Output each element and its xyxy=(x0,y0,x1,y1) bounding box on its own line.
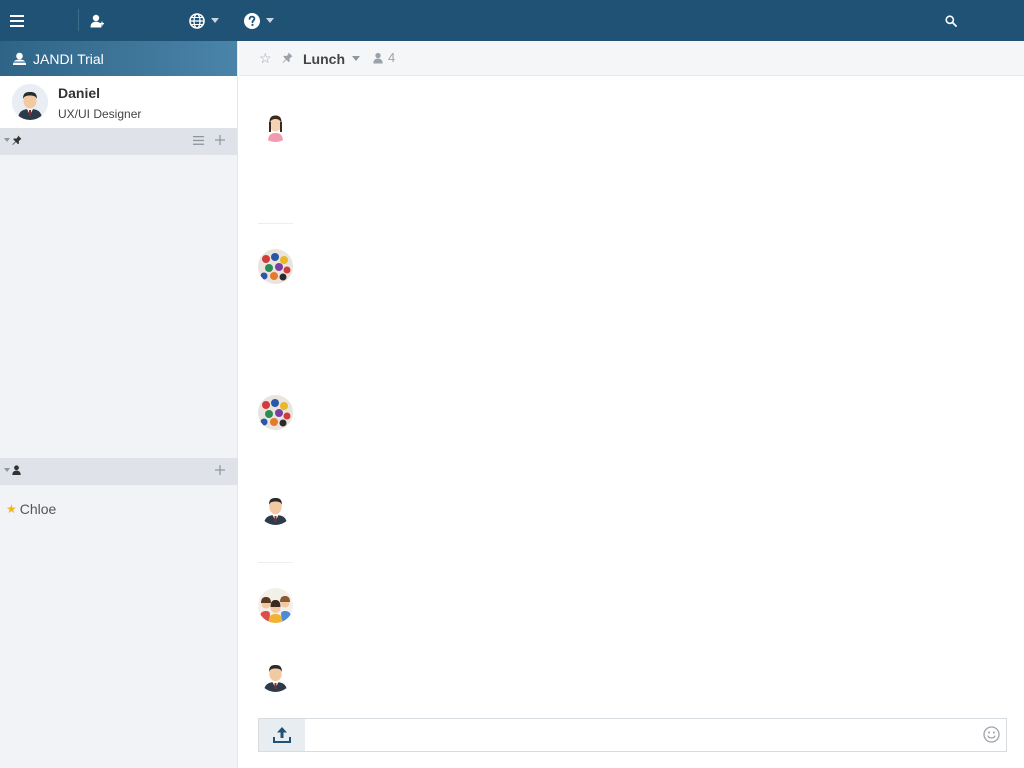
top-bar xyxy=(0,0,1024,41)
add-topic-button[interactable] xyxy=(215,133,225,148)
help-icon xyxy=(244,12,260,29)
chevron-down-icon xyxy=(4,468,10,472)
star-icon: ★ xyxy=(6,502,17,516)
dm-item-label: Chloe xyxy=(19,501,57,517)
plus-icon xyxy=(215,465,225,475)
left-sidebar: JANDI Trial Daniel UX/UI Designer ★ Chlo… xyxy=(0,41,238,768)
chevron-down-icon[interactable] xyxy=(352,56,360,61)
message-avatar[interactable] xyxy=(258,395,293,430)
upload-button[interactable] xyxy=(259,719,305,751)
user-icon xyxy=(90,14,104,27)
topics-collapse-toggle[interactable] xyxy=(4,135,22,145)
language-dropdown[interactable] xyxy=(184,0,224,41)
message-input[interactable] xyxy=(306,719,976,751)
channel-member-count[interactable]: 4 xyxy=(373,50,395,65)
channel-header: ☆ Lunch 4 xyxy=(239,41,1024,76)
dm-section-header[interactable] xyxy=(0,458,238,485)
add-dm-button[interactable] xyxy=(215,463,225,478)
search-button[interactable] xyxy=(940,0,962,41)
channel-name[interactable]: Lunch xyxy=(303,51,345,67)
user-icon xyxy=(12,465,21,475)
profile-name: Daniel xyxy=(58,85,101,101)
star-icon[interactable]: ☆ xyxy=(259,50,272,67)
emoji-icon xyxy=(983,726,1000,743)
dm-collapse-toggle[interactable] xyxy=(4,465,21,475)
dm-item-chloe[interactable]: ★ Chloe xyxy=(6,501,56,517)
upload-icon xyxy=(273,727,291,743)
topic-list-button[interactable] xyxy=(193,133,204,148)
message-avatar[interactable] xyxy=(258,490,293,525)
team-icon xyxy=(13,52,26,65)
list-icon xyxy=(193,136,204,145)
message-avatar[interactable] xyxy=(258,657,293,692)
chevron-down-icon xyxy=(4,138,10,142)
member-directory-button[interactable] xyxy=(86,0,108,41)
search-icon xyxy=(945,14,957,27)
team-header[interactable]: JANDI Trial xyxy=(0,41,237,76)
message-avatar[interactable] xyxy=(258,107,293,142)
profile-card[interactable]: Daniel UX/UI Designer xyxy=(0,76,237,128)
help-dropdown[interactable] xyxy=(241,0,277,41)
user-icon xyxy=(373,52,383,64)
team-name: JANDI Trial xyxy=(33,50,104,67)
avatar xyxy=(12,84,48,120)
pin-icon[interactable] xyxy=(282,50,293,68)
plus-icon xyxy=(215,135,225,145)
message-composer xyxy=(258,718,1007,752)
member-count-value: 4 xyxy=(388,50,396,65)
chevron-down-icon xyxy=(266,18,274,23)
topbar-divider xyxy=(78,9,79,31)
message-avatar[interactable] xyxy=(258,249,293,284)
profile-role: UX/UI Designer xyxy=(58,107,142,121)
chevron-down-icon xyxy=(211,18,219,23)
message-avatar[interactable] xyxy=(258,588,293,623)
topics-section-header[interactable] xyxy=(0,128,237,155)
menu-button[interactable] xyxy=(4,0,30,41)
emoji-button[interactable] xyxy=(983,726,1000,748)
message-separator xyxy=(258,223,293,224)
message-separator xyxy=(258,562,293,563)
pin-icon xyxy=(12,135,22,145)
globe-icon xyxy=(189,12,205,29)
menu-icon xyxy=(10,14,24,27)
